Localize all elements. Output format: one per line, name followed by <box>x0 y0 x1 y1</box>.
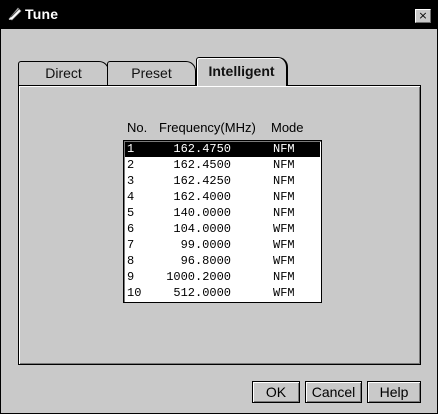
column-header-no: No. <box>127 120 148 135</box>
list-item-no: 6 <box>127 222 135 236</box>
list-item-mode: NFM <box>273 190 295 204</box>
list-item-mode: WFM <box>273 238 295 252</box>
tab-direct[interactable]: Direct <box>18 61 109 85</box>
list-item-frequency: 162.4250 <box>173 174 231 188</box>
list-item-mode: WFM <box>273 286 295 300</box>
list-item-mode: NFM <box>273 270 295 284</box>
list-item[interactable]: 7 99.0000 WFM <box>125 238 320 253</box>
list-item-frequency: 140.0000 <box>173 206 231 220</box>
list-item-mode: NFM <box>273 158 295 172</box>
list-item-mode: WFM <box>273 254 295 268</box>
list-item-mode: WFM <box>273 222 295 236</box>
list-item-no: 3 <box>127 174 135 188</box>
list-item[interactable]: 10 512.0000 WFM <box>125 286 320 301</box>
column-header-frequency: Frequency(MHz) <box>159 120 256 135</box>
tune-dialog: Tune × Direct Preset Intelligent No. Fre… <box>0 0 438 414</box>
list-item-frequency: 162.4000 <box>173 190 231 204</box>
list-item-no: 10 <box>127 286 142 300</box>
tab-preset[interactable]: Preset <box>107 61 196 85</box>
list-item[interactable]: 1 162.4750 NFM <box>125 142 320 157</box>
list-item-no: 9 <box>127 270 135 284</box>
list-item[interactable]: 8 96.8000 WFM <box>125 254 320 269</box>
list-item[interactable]: 5 140.0000 NFM <box>125 206 320 221</box>
list-item-frequency: 99.0000 <box>180 238 231 252</box>
close-icon: × <box>418 9 428 22</box>
list-item-frequency: 1000.2000 <box>166 270 231 284</box>
tune-app-icon <box>7 6 23 22</box>
list-item-no: 5 <box>127 206 135 220</box>
list-item-mode: NFM <box>273 142 295 156</box>
close-button[interactable]: × <box>415 9 431 23</box>
list-item[interactable]: 6 104.0000 WFM <box>125 222 320 237</box>
list-item[interactable]: 2 162.4500 NFM <box>125 158 320 173</box>
channel-list[interactable]: 1 162.4750 NFM 2 162.4500 NFM 3 162.4250 NFM 4 162… <box>123 140 322 303</box>
tab-intelligent[interactable]: Intelligent <box>196 57 288 86</box>
cancel-button[interactable]: Cancel <box>305 381 362 403</box>
ok-button[interactable]: OK <box>252 381 300 403</box>
list-item[interactable]: 9 1000.2000 NFM <box>125 270 320 285</box>
list-item-mode: NFM <box>273 174 295 188</box>
list-item-mode: NFM <box>273 206 295 220</box>
list-item-frequency: 96.8000 <box>180 254 231 268</box>
list-item-no: 2 <box>127 158 135 172</box>
list-item[interactable]: 4 162.4000 NFM <box>125 190 320 205</box>
column-header-mode: Mode <box>271 120 304 135</box>
list-item-frequency: 104.0000 <box>173 222 231 236</box>
title-bar[interactable]: Tune × <box>1 1 437 29</box>
list-item-no: 8 <box>127 254 135 268</box>
list-item-no: 7 <box>127 238 135 252</box>
window-title: Tune <box>25 6 59 22</box>
list-item-no: 4 <box>127 190 135 204</box>
list-item-frequency: 162.4750 <box>173 142 231 156</box>
list-item-frequency: 512.0000 <box>173 286 231 300</box>
list-item[interactable]: 3 162.4250 NFM <box>125 174 320 189</box>
list-item-no: 1 <box>127 142 135 156</box>
help-button[interactable]: Help <box>367 381 421 403</box>
list-item-frequency: 162.4500 <box>173 158 231 172</box>
